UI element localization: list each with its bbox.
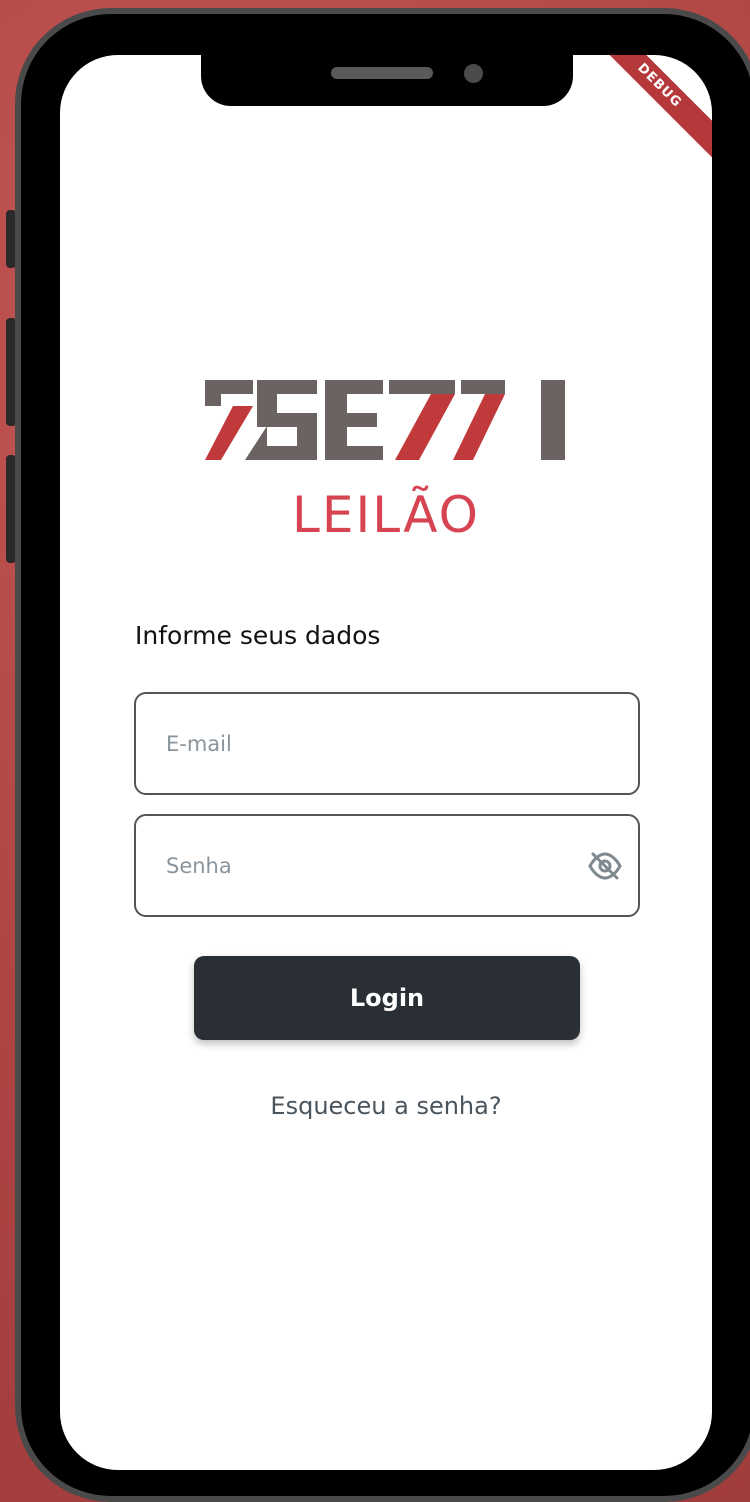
phone-speaker bbox=[331, 67, 433, 79]
app-screen: DEBUG LEILÃO Informe seus dados Login Es… bbox=[60, 55, 712, 1470]
eye-off-icon[interactable] bbox=[588, 851, 622, 881]
debug-banner: DEBUG bbox=[582, 55, 712, 163]
email-field[interactable] bbox=[134, 692, 640, 795]
form-title: Informe seus dados bbox=[135, 621, 381, 650]
login-button[interactable]: Login bbox=[194, 956, 580, 1040]
password-field[interactable] bbox=[134, 814, 640, 917]
password-input[interactable] bbox=[166, 816, 566, 915]
brand-subtitle: LEILÃO bbox=[292, 486, 480, 544]
email-input[interactable] bbox=[166, 694, 566, 793]
forgot-password-link[interactable]: Esqueceu a senha? bbox=[60, 1092, 712, 1120]
brand-logo bbox=[205, 380, 565, 460]
front-camera bbox=[464, 64, 483, 83]
